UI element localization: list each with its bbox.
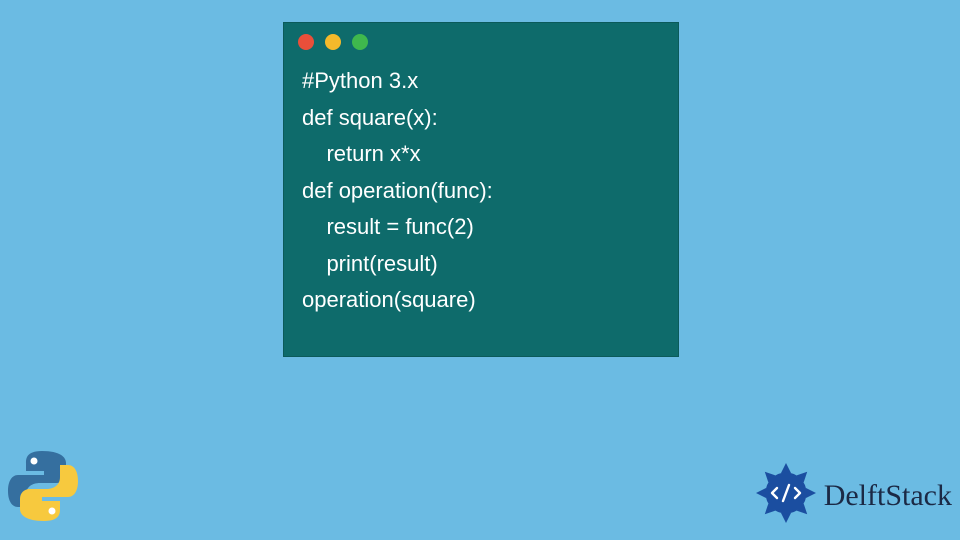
close-dot-icon <box>298 34 314 50</box>
delftstack-name: DelftStack <box>824 479 952 513</box>
code-line: def operation(func): <box>302 178 493 203</box>
code-line: operation(square) <box>302 287 476 312</box>
page-background: #Python 3.x def square(x): return x*x de… <box>0 0 960 540</box>
maximize-dot-icon <box>352 34 368 50</box>
delftstack-emblem-icon <box>754 461 818 530</box>
code-line: result = func(2) <box>302 214 474 239</box>
minimize-dot-icon <box>325 34 341 50</box>
window-titlebar <box>284 23 678 61</box>
delftstack-logo: DelftStack <box>754 461 952 530</box>
code-block: #Python 3.x def square(x): return x*x de… <box>284 61 678 333</box>
code-window: #Python 3.x def square(x): return x*x de… <box>283 22 679 357</box>
code-line: print(result) <box>302 251 438 276</box>
python-logo-icon <box>2 445 84 532</box>
code-line: #Python 3.x <box>302 68 418 93</box>
code-line: return x*x <box>302 141 421 166</box>
code-line: def square(x): <box>302 105 438 130</box>
